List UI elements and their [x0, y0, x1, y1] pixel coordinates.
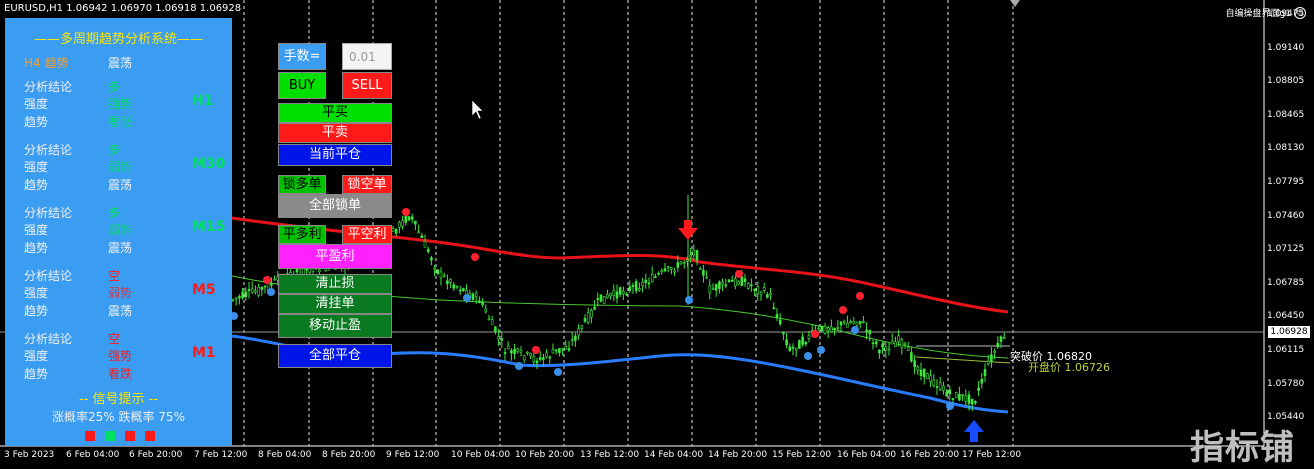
- price-tick: 1.07795: [1267, 177, 1305, 187]
- strength-label: 强度: [24, 349, 49, 363]
- trend-analysis-panel: ——多周期趋势分析系统—— H4 趋势 震荡 分析结论多强度 强势 趋势 看涨 H1 分析…: [5, 18, 232, 446]
- trend-value: 看跌: [108, 367, 133, 381]
- lot-label: 手数=: [278, 43, 326, 70]
- conclusion-label: 分析结论: [24, 269, 73, 283]
- time-tick: 16 Feb 04:00: [837, 450, 897, 460]
- time-tick: 14 Feb 20:00: [708, 450, 768, 460]
- price-tick: 1.07125: [1267, 244, 1305, 255]
- conclusion-value: 多: [108, 206, 121, 220]
- timeframe-m1: M1: [192, 345, 216, 361]
- time-tick: 6 Feb 04:00: [66, 450, 120, 460]
- price-tick: 1.06785: [1267, 277, 1305, 288]
- watermark-logo: 指标铺: [1190, 428, 1295, 468]
- conclusion-label: 分析结论: [24, 332, 73, 346]
- signal-square-1: [85, 431, 95, 441]
- conclusion-label: 分析结论: [24, 80, 73, 94]
- strength-value: 弱势: [108, 223, 133, 237]
- price-tick: 1.06115: [1267, 345, 1305, 355]
- lot-size-input[interactable]: 0.01: [342, 43, 392, 70]
- clear-stop-loss-button[interactable]: 清止损: [278, 274, 392, 294]
- timeframe-m15: M15: [192, 219, 226, 235]
- strength-label: 强度: [24, 160, 49, 174]
- open-label: 开盘价: [1028, 361, 1061, 374]
- price-tick: 1.09140: [1267, 42, 1305, 53]
- time-tick: 8 Feb 20:00: [322, 450, 376, 460]
- time-tick: 6 Feb 20:00: [129, 450, 183, 460]
- buy-button[interactable]: BUY: [278, 72, 326, 99]
- trend-value: 看涨: [108, 115, 133, 129]
- time-tick: 13 Feb 12:00: [580, 450, 640, 460]
- conclusion-value: 空: [108, 332, 121, 346]
- time-tick: 9 Feb 12:00: [386, 450, 440, 460]
- close-buy-button[interactable]: 平买: [278, 103, 392, 123]
- close-current-button[interactable]: 当前平仓: [278, 144, 392, 166]
- signal-title: -- 信号提示 --: [78, 392, 159, 407]
- time-tick: 3 Feb 2023: [4, 450, 55, 460]
- trend-label: 趋势: [24, 367, 49, 381]
- trailing-stop-button[interactable]: 移动止盈: [278, 314, 392, 338]
- trend-value: 震荡: [108, 241, 133, 255]
- conclusion-label: 分析结论: [24, 206, 73, 220]
- sell-button[interactable]: SELL: [342, 72, 392, 99]
- price-tick: 1.07460: [1267, 210, 1305, 221]
- time-tick: 16 Feb 20:00: [900, 450, 960, 460]
- trend-label: 趋势: [24, 241, 49, 255]
- conclusion-value: 多: [108, 80, 121, 94]
- time-tick: 7 Feb 12:00: [194, 450, 248, 460]
- strength-label: 强度: [24, 223, 49, 237]
- time-tick: 17 Feb 12:00: [962, 450, 1022, 460]
- close-sell-button[interactable]: 平卖: [278, 123, 392, 143]
- trend-label: 趋势: [24, 178, 49, 192]
- trend-label: 趋势: [24, 304, 49, 318]
- strength-value: 弱势: [108, 286, 133, 300]
- strength-label: 强度: [24, 97, 49, 111]
- price-tick: 1.09475: [1267, 9, 1305, 19]
- timeframe-m5: M5: [192, 282, 216, 298]
- time-tick: 8 Feb 04:00: [258, 450, 312, 460]
- timeframe-m30: M30: [192, 156, 226, 172]
- symbol-info: EURUSD,H1 1.06942 1.06970 1.06918 1.0692…: [4, 3, 242, 14]
- close-buy-profit-button[interactable]: 平多利: [278, 225, 326, 244]
- panel-title: ——多周期趋势分析系统——: [33, 32, 203, 47]
- time-tick: 10 Feb 04:00: [451, 450, 511, 460]
- strength-label: 强度: [24, 286, 49, 300]
- timeframe-h1: H1: [192, 93, 214, 109]
- conclusion-label: 分析结论: [24, 143, 73, 157]
- h4-trend-label: H4 趋势: [24, 56, 69, 70]
- strength-value: 强势: [108, 349, 133, 363]
- price-tick: 1.08465: [1267, 109, 1305, 120]
- clear-pending-button[interactable]: 清挂单: [278, 294, 392, 314]
- trend-value: 震荡: [108, 304, 133, 318]
- signal-square-3: [125, 431, 135, 441]
- strength-value: 强势: [108, 97, 133, 111]
- price-tick: 1.08805: [1267, 76, 1305, 87]
- signal-rate: 涨概率25% 跌概率 75%: [52, 410, 185, 424]
- signal-square-2: [105, 431, 115, 441]
- lock-all-button[interactable]: 全部锁单: [278, 194, 392, 218]
- time-tick: 14 Feb 04:00: [644, 450, 704, 460]
- close-all-button[interactable]: 全部平仓: [278, 344, 392, 368]
- price-tick: 1.08130: [1267, 143, 1305, 154]
- trend-value: 震荡: [108, 178, 133, 192]
- lock-sell-button[interactable]: 锁空单: [342, 175, 392, 194]
- close-profit-button[interactable]: 平盈利: [278, 244, 392, 269]
- open-price: 开盘价 1.06726: [1028, 359, 1110, 375]
- trend-label: 趋势: [24, 115, 49, 129]
- lock-buy-button[interactable]: 锁多单: [278, 175, 326, 194]
- close-sell-profit-button[interactable]: 平空利: [342, 225, 392, 244]
- conclusion-value: 空: [108, 269, 121, 283]
- price-tick: 1.05780: [1267, 378, 1305, 389]
- current-price-label: 1.06928: [1268, 326, 1310, 338]
- signal-square-4: [145, 431, 155, 441]
- time-tick: 15 Feb 12:00: [772, 450, 832, 460]
- conclusion-value: 多: [108, 143, 121, 157]
- time-tick: 10 Feb 20:00: [515, 450, 575, 460]
- open-value: 1.06726: [1064, 361, 1111, 374]
- h4-trend-value: 震荡: [108, 56, 133, 70]
- price-tick: 1.06450: [1267, 311, 1305, 322]
- strength-value: 弱势: [108, 160, 133, 174]
